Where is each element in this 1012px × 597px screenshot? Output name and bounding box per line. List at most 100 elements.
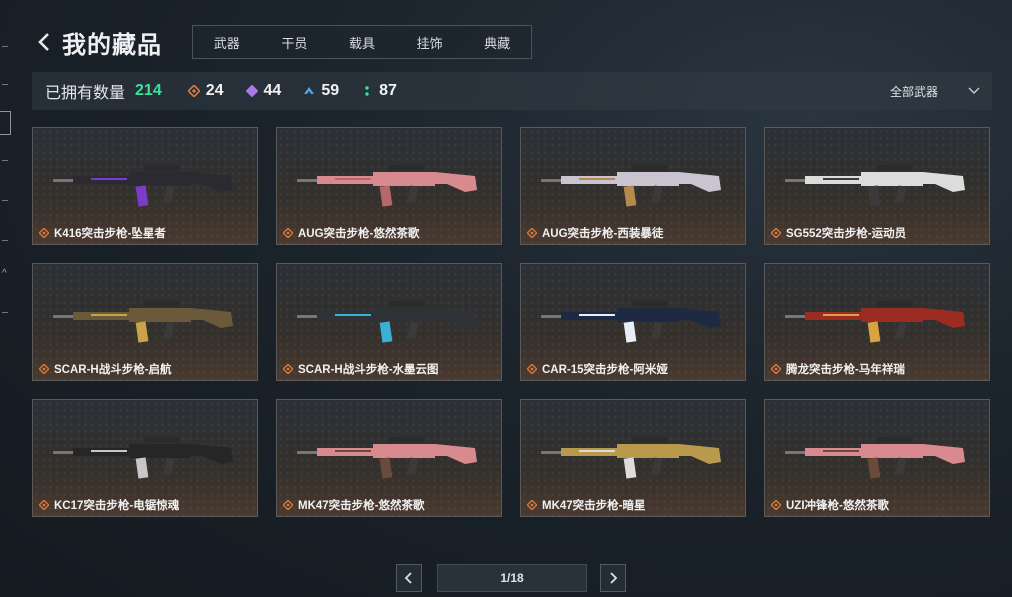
weapon-image bbox=[53, 165, 233, 207]
edge-tick bbox=[2, 84, 8, 85]
weapon-image bbox=[541, 301, 721, 343]
weapon-name: KC17突击步枪-电锯惊魂 bbox=[54, 500, 180, 512]
pagination: 1/18 bbox=[0, 564, 1012, 594]
edge-tick bbox=[2, 240, 8, 241]
weapon-label-row: CAR-15突击步枪-阿米娅 bbox=[527, 361, 668, 377]
prev-page-button[interactable] bbox=[396, 564, 422, 592]
page-header: 我的藏品 bbox=[34, 22, 162, 62]
weapon-label-row: SCAR-H战斗步枪-水墨云图 bbox=[283, 361, 439, 377]
rarity-count: 24 bbox=[205, 82, 224, 99]
weapon-label-row: 腾龙突击步枪-马年祥瑞 bbox=[771, 361, 905, 377]
weapon-name: K416突击步枪-坠星者 bbox=[54, 228, 166, 240]
weapon-image bbox=[53, 437, 233, 479]
weapon-image bbox=[541, 437, 721, 479]
weapon-card[interactable]: AUG突击步枪-悠然茶歌 bbox=[276, 127, 502, 245]
weapon-image bbox=[297, 301, 477, 343]
edge-selected-marker[interactable] bbox=[0, 111, 11, 135]
weapon-card[interactable]: SCAR-H战斗步枪-启航 bbox=[32, 263, 258, 381]
weapon-card[interactable]: KC17突击步枪-电锯惊魂 bbox=[32, 399, 258, 517]
weapon-image bbox=[541, 165, 721, 207]
weapon-label-row: K416突击步枪-坠星者 bbox=[39, 225, 166, 241]
rarity-count-green: 87 bbox=[361, 82, 397, 100]
edge-tick bbox=[2, 200, 8, 201]
weapon-label-row: MK47突击步枪-暗星 bbox=[527, 497, 646, 513]
weapon-label-row: UZI冲锋枪-悠然茶歌 bbox=[771, 497, 889, 513]
orange-diamond-icon bbox=[527, 500, 537, 510]
page-title: 我的藏品 bbox=[62, 31, 162, 59]
weapon-name: SCAR-H战斗步枪-水墨云图 bbox=[298, 364, 439, 376]
tab-weapons[interactable]: 武器 bbox=[193, 26, 261, 58]
weapon-card[interactable]: SCAR-H战斗步枪-水墨云图 bbox=[276, 263, 502, 381]
weapon-card[interactable]: MK47突击步枪-悠然茶歌 bbox=[276, 399, 502, 517]
weapon-filter-dropdown[interactable]: 全部武器 bbox=[890, 72, 980, 110]
chevron-down-icon bbox=[968, 87, 980, 94]
owned-label: 已拥有数量 bbox=[45, 85, 126, 102]
left-edge-strip: ^ bbox=[0, 0, 16, 597]
orange-diamond-icon bbox=[187, 85, 200, 97]
weapon-name: MK47突击步枪-暗星 bbox=[542, 500, 646, 512]
page-indicator: 1/18 bbox=[437, 564, 587, 592]
orange-diamond-icon bbox=[771, 228, 781, 238]
weapon-label-row: MK47突击步枪-悠然茶歌 bbox=[283, 497, 425, 513]
rarity-count: 59 bbox=[321, 82, 340, 99]
purple-diamond-icon bbox=[245, 85, 258, 97]
chevron-right-icon bbox=[610, 572, 618, 584]
weapon-image bbox=[297, 165, 477, 207]
weapon-name: SCAR-H战斗步枪-启航 bbox=[54, 364, 172, 376]
weapon-card[interactable]: SG552突击步枪-运动员 bbox=[764, 127, 990, 245]
orange-diamond-icon bbox=[771, 364, 781, 374]
orange-diamond-icon bbox=[771, 500, 781, 510]
weapon-card[interactable]: UZI冲锋枪-悠然茶歌 bbox=[764, 399, 990, 517]
orange-diamond-icon bbox=[283, 500, 293, 510]
rarity-count-purple: 44 bbox=[245, 82, 282, 100]
orange-diamond-icon bbox=[527, 228, 537, 238]
weapon-card[interactable]: AUG突击步枪-西装暴徒 bbox=[520, 127, 746, 245]
weapon-label-row: AUG突击步枪-悠然茶歌 bbox=[283, 225, 419, 241]
weapon-image bbox=[785, 301, 965, 343]
category-tabs: 武器 干员 载具 挂饰 典藏 bbox=[192, 25, 532, 59]
weapon-name: MK47突击步枪-悠然茶歌 bbox=[298, 500, 425, 512]
rarity-count: 44 bbox=[263, 82, 282, 99]
weapon-image bbox=[53, 301, 233, 343]
weapon-name: AUG突击步枪-悠然茶歌 bbox=[298, 228, 420, 240]
weapon-label-row: SG552突击步枪-运动员 bbox=[771, 225, 906, 241]
weapon-name: AUG突击步枪-西装暴徒 bbox=[542, 228, 664, 240]
rarity-count: 87 bbox=[379, 82, 397, 99]
weapon-card[interactable]: CAR-15突击步枪-阿米娅 bbox=[520, 263, 746, 381]
orange-diamond-icon bbox=[39, 500, 49, 510]
weapon-name: CAR-15突击步枪-阿米娅 bbox=[542, 364, 668, 376]
weapon-image bbox=[785, 165, 965, 207]
tab-vehicles[interactable]: 载具 bbox=[328, 26, 396, 58]
rarity-count-blue: 59 bbox=[303, 82, 339, 100]
edge-tick bbox=[2, 46, 8, 47]
tab-collection[interactable]: 典藏 bbox=[463, 26, 531, 58]
orange-diamond-icon bbox=[283, 228, 293, 238]
caret-up-icon[interactable]: ^ bbox=[2, 268, 7, 279]
orange-diamond-icon bbox=[283, 364, 293, 374]
orange-diamond-icon bbox=[527, 364, 537, 374]
weapon-name: 腾龙突击步枪-马年祥瑞 bbox=[786, 364, 905, 376]
tab-charms[interactable]: 挂饰 bbox=[396, 26, 464, 58]
tab-operators[interactable]: 干员 bbox=[261, 26, 329, 58]
weapon-card[interactable]: MK47突击步枪-暗星 bbox=[520, 399, 746, 517]
blue-chevron-icon bbox=[304, 87, 315, 94]
filter-label: 全部武器 bbox=[889, 84, 938, 99]
weapon-image bbox=[297, 437, 477, 479]
weapon-image bbox=[785, 437, 965, 479]
owned-count: 214 bbox=[135, 82, 162, 99]
weapon-label-row: AUG突击步枪-西装暴徒 bbox=[527, 225, 663, 241]
weapon-card[interactable]: K416突击步枪-坠星者 bbox=[32, 127, 258, 245]
weapon-card[interactable]: 腾龙突击步枪-马年祥瑞 bbox=[764, 263, 990, 381]
edge-tick bbox=[2, 312, 8, 313]
edge-tick bbox=[2, 160, 8, 161]
chevron-left-icon bbox=[404, 572, 412, 584]
rarity-count-orange: 24 bbox=[187, 82, 224, 100]
weapon-label-row: SCAR-H战斗步枪-启航 bbox=[39, 361, 172, 377]
chevron-left-icon bbox=[38, 33, 49, 51]
orange-diamond-icon bbox=[39, 364, 49, 374]
back-button[interactable] bbox=[34, 31, 56, 53]
weapon-name: SG552突击步枪-运动员 bbox=[786, 228, 907, 240]
summary-bar: 已拥有数量 214 24 44 59 87 全部武器 bbox=[32, 72, 992, 110]
next-page-button[interactable] bbox=[600, 564, 626, 592]
green-dots-icon bbox=[365, 86, 369, 96]
